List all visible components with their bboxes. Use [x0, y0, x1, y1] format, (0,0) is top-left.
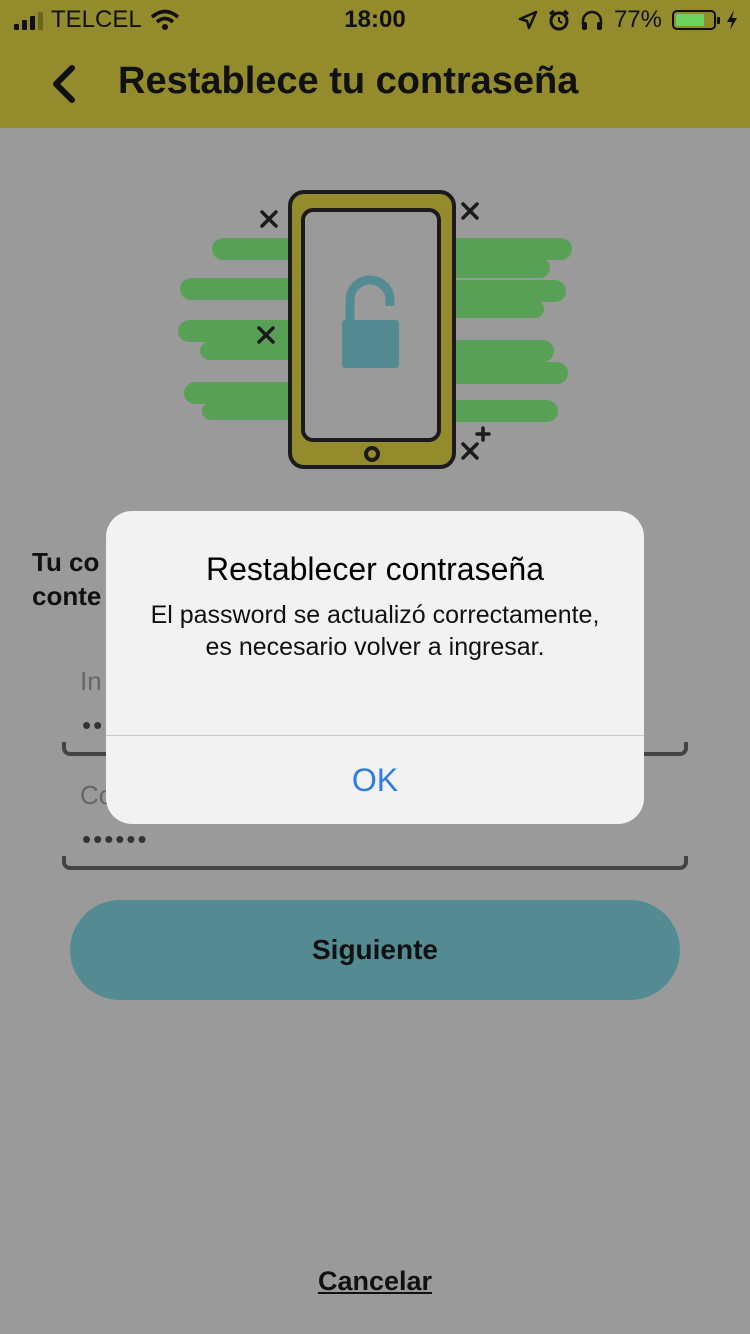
status-bar: TELCEL 18:00 77% [0, 0, 750, 40]
confirm-password-input[interactable]: •••••• [82, 824, 149, 855]
alert-title: Restablecer contraseña [206, 551, 544, 587]
new-password-input[interactable]: •• [82, 710, 104, 741]
phone-unlock-illustration [178, 190, 572, 469]
location-icon [518, 10, 538, 30]
alarm-icon [549, 9, 569, 31]
next-button[interactable]: Siguiente [70, 900, 680, 1000]
alert-ok-button[interactable]: OK [106, 736, 644, 824]
alert-dialog: Restablecer contraseña El password se ac… [106, 511, 644, 824]
charging-icon [727, 10, 737, 30]
status-right: 77% [518, 6, 738, 34]
alert-message: El password se actualizó correctamente, … [150, 601, 600, 661]
nav-header: Restablece tu contraseña [0, 40, 750, 128]
headphones-icon [581, 10, 603, 30]
chevron-left-icon[interactable] [44, 62, 84, 106]
page-title: Restablece tu contraseña [118, 60, 579, 102]
cancel-link[interactable]: Cancelar [0, 1266, 750, 1297]
battery-percent: 77% [613, 6, 662, 33]
new-password-label: In [80, 666, 102, 696]
battery-icon [672, 10, 720, 30]
confirm-password-underline [62, 856, 688, 870]
